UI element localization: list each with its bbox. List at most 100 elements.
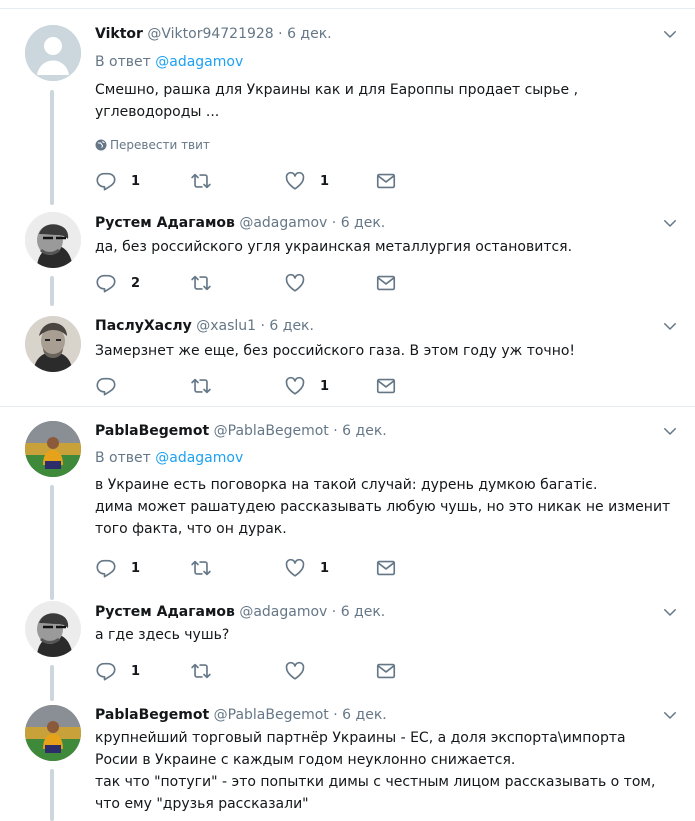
reply-button[interactable]: 2 <box>95 272 140 294</box>
direct-message-button[interactable] <box>375 170 397 192</box>
reply-icon <box>95 170 117 192</box>
direct-message-icon <box>375 170 397 192</box>
like-count: 1 <box>320 560 330 576</box>
tweet-thread: Viktor @Viktor94721928 · 6 дек. В ответ … <box>0 0 695 821</box>
like-count: 1 <box>320 173 330 189</box>
tweet-text-line: дима может рашатудею рассказывать любую … <box>95 499 671 515</box>
reply-count: 2 <box>131 275 141 291</box>
display-name[interactable]: PablaBegemot <box>95 707 209 723</box>
chevron-down-icon[interactable] <box>661 317 679 335</box>
tweet-text: да, без российского угля украинская мета… <box>95 236 675 258</box>
reply-icon <box>95 272 117 294</box>
user-handle[interactable]: @Viktor94721928 <box>147 26 273 42</box>
tweet-text-line: Росии в Украине с каждым годом неуклонно… <box>95 752 516 768</box>
separator-dot: · <box>331 215 337 231</box>
tweet-text-line: так что "потуги" - это попытки димы с че… <box>95 774 656 790</box>
tweet-date[interactable]: 6 дек. <box>269 318 314 334</box>
like-icon <box>284 557 306 579</box>
avatar[interactable] <box>25 601 81 657</box>
avatar[interactable] <box>25 421 81 477</box>
retweet-icon <box>190 557 212 579</box>
tweet-text: Смешно, рашка для Украины как и для Еаро… <box>95 79 675 123</box>
display-name[interactable]: ПаслуХаслу <box>95 318 192 334</box>
retweet-button[interactable] <box>190 272 226 294</box>
retweet-button[interactable] <box>190 170 226 192</box>
separator-dot: · <box>333 707 338 723</box>
tweet-text: Замерзнет же еще, без российского газа. … <box>95 340 675 362</box>
direct-message-button[interactable] <box>375 272 397 294</box>
conversation-divider <box>0 406 695 407</box>
separator-dot: · <box>331 604 337 620</box>
reply-button[interactable]: 1 <box>95 660 140 682</box>
retweet-icon <box>190 170 212 192</box>
separator-dot: · <box>333 423 338 439</box>
direct-message-button[interactable] <box>375 557 397 579</box>
thread-line <box>50 769 54 821</box>
globe-icon <box>95 139 107 151</box>
tweet-text-line: Смешно, рашка для Украины как и для Еаро… <box>95 82 579 98</box>
display-name[interactable]: PablaBegemot <box>95 423 209 439</box>
retweet-button[interactable] <box>190 557 226 579</box>
display-name[interactable]: Рустем Адагамов <box>95 215 235 231</box>
tweet-actions: 1 1 <box>95 557 415 579</box>
reply-user-link[interactable]: @adagamov <box>155 54 243 70</box>
tweet-text-line: что ему "друзья рассказали" <box>95 796 309 812</box>
user-handle[interactable]: @PablaBegemot <box>214 423 329 439</box>
tweet-text-line: Замерзнет же еще, без российского газа. … <box>95 343 576 359</box>
separator-dot: · <box>260 318 265 334</box>
retweet-button[interactable] <box>190 660 226 682</box>
translate-link[interactable]: Перевести твит <box>95 137 210 153</box>
like-icon <box>284 660 306 682</box>
thread-line <box>50 485 54 600</box>
chevron-down-icon[interactable] <box>661 214 679 232</box>
translate-label: Перевести твит <box>110 138 210 152</box>
separator-dot: · <box>278 26 283 42</box>
like-button[interactable]: 1 <box>284 170 329 192</box>
avatar[interactable] <box>25 25 81 81</box>
reply-user-link[interactable]: @adagamov <box>155 450 243 466</box>
thread-line <box>50 90 54 205</box>
tweet-actions: 2 <box>95 272 415 294</box>
chevron-down-icon[interactable] <box>661 706 679 724</box>
reply-button[interactable]: 1 <box>95 557 140 579</box>
user-handle[interactable]: @adagamov <box>239 215 327 231</box>
chevron-down-icon[interactable] <box>661 603 679 621</box>
default-avatar-icon <box>25 25 81 81</box>
avatar-photo <box>25 316 81 372</box>
like-icon <box>284 272 306 294</box>
user-handle[interactable]: @PablaBegemot <box>214 707 329 723</box>
reply-count: 1 <box>131 560 141 576</box>
thread-line <box>50 276 54 306</box>
tweet-date[interactable]: 6 дек. <box>341 215 386 231</box>
avatar[interactable] <box>25 705 81 761</box>
retweet-button[interactable] <box>190 375 226 397</box>
retweet-icon <box>190 375 212 397</box>
tweet-date[interactable]: 6 дек. <box>287 26 332 42</box>
tweet-date[interactable]: 6 дек. <box>342 423 387 439</box>
reply-prefix: В ответ <box>95 54 151 70</box>
user-handle[interactable]: @xaslu1 <box>196 318 256 334</box>
chevron-down-icon[interactable] <box>661 422 679 440</box>
tweet-date[interactable]: 6 дек. <box>342 707 387 723</box>
direct-message-button[interactable] <box>375 660 397 682</box>
like-button[interactable] <box>284 272 320 294</box>
reply-button[interactable]: 1 <box>95 170 140 192</box>
reply-button[interactable] <box>95 375 131 397</box>
display-name[interactable]: Рустем Адагамов <box>95 604 235 620</box>
chevron-down-icon[interactable] <box>661 25 679 43</box>
like-button[interactable]: 1 <box>284 375 329 397</box>
reply-context: В ответ @adagamov <box>95 53 243 71</box>
avatar[interactable] <box>25 212 81 268</box>
tweet-text-line: крупнейший торговый партнёр Украины - ЕС… <box>95 730 626 746</box>
direct-message-button[interactable] <box>375 375 397 397</box>
tweet-date[interactable]: 6 дек. <box>341 604 386 620</box>
like-button[interactable]: 1 <box>284 557 329 579</box>
display-name[interactable]: Viktor <box>95 26 143 42</box>
user-handle[interactable]: @adagamov <box>239 604 327 620</box>
direct-message-icon <box>375 660 397 682</box>
direct-message-icon <box>375 557 397 579</box>
avatar[interactable] <box>25 316 81 372</box>
avatar-photo <box>25 601 81 657</box>
like-button[interactable] <box>284 660 320 682</box>
reply-count: 1 <box>131 173 141 189</box>
